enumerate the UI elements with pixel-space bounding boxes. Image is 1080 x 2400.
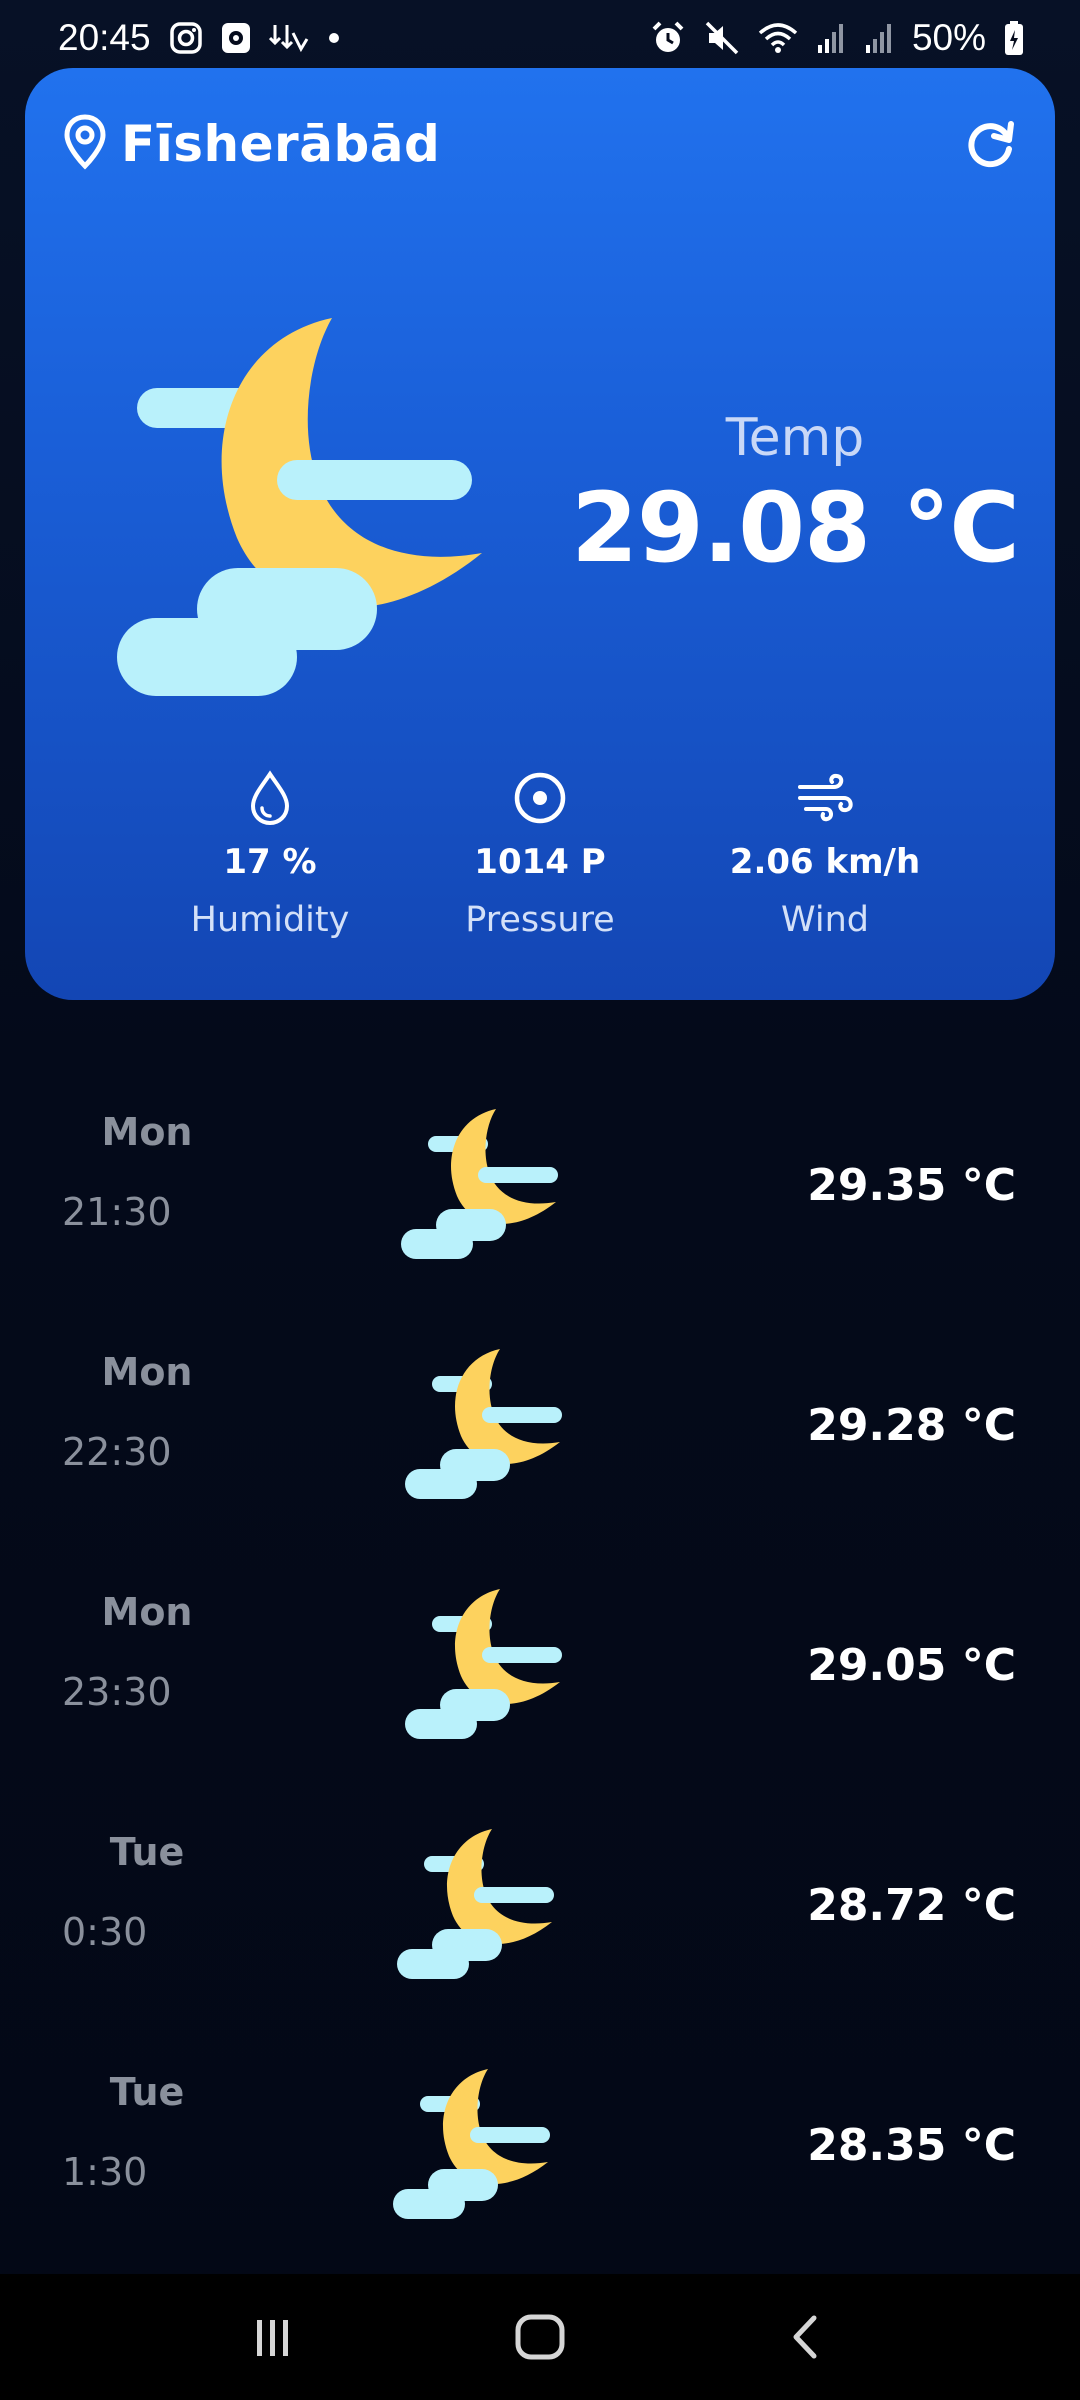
forecast-day: Tue: [109, 2070, 185, 2114]
recent-apps-button[interactable]: [223, 2287, 323, 2387]
wind-value: 2.06 km/h: [729, 842, 921, 882]
signal-icon: [816, 21, 846, 55]
app-icon: [221, 22, 251, 54]
weather-screen: 20:45 50% Fīsherābād Temp 29.08 °C 17 % …: [0, 0, 1080, 2400]
forecast-temp: 29.05 °C: [807, 1640, 1016, 1691]
system-nav-bar: [0, 2274, 1080, 2400]
home-button[interactable]: [490, 2287, 590, 2387]
forecast-row[interactable]: Mon 23:30 29.05 °C: [0, 1570, 1080, 1770]
refresh-button[interactable]: [955, 109, 1025, 179]
instagram-icon: [169, 21, 203, 55]
moon-cloud-icon: [392, 1814, 572, 1984]
pressure-value: 1014 P: [474, 842, 606, 882]
current-weather-card: Fīsherābād Temp 29.08 °C 17 % Humidity 1…: [25, 68, 1055, 1000]
wind-label: Wind: [781, 900, 869, 940]
location: Fīsherābād: [63, 114, 440, 174]
forecast-day: Mon: [101, 1590, 193, 1634]
forecast-temp: 28.35 °C: [807, 2120, 1016, 2171]
battery-percent: 50%: [911, 17, 986, 58]
temp-value: 29.08 °C: [571, 472, 1020, 584]
status-bar: 20:45 50%: [0, 0, 1080, 76]
temperature-block: Temp 29.08 °C: [545, 408, 1045, 584]
forecast-time: 22:30: [62, 1430, 172, 1474]
moon-cloud-icon: [400, 1574, 580, 1744]
back-icon: [793, 2315, 817, 2359]
forecast-temp: 29.35 °C: [807, 1160, 1016, 1211]
mute-icon: [704, 20, 740, 56]
pressure-label: Pressure: [465, 900, 615, 940]
card-header: Fīsherābād: [63, 102, 1025, 186]
location-pin-icon: [63, 114, 107, 174]
refresh-icon: [968, 121, 1014, 168]
forecast-day: Mon: [101, 1350, 193, 1394]
wind-icon: [795, 768, 855, 828]
wifi-icon: [758, 21, 798, 55]
forecast-time: 23:30: [62, 1670, 172, 1714]
forecast-time: 0:30: [62, 1910, 148, 1954]
forecast-row[interactable]: Tue 0:30 28.72 °C: [0, 1810, 1080, 2010]
dot-icon: [327, 31, 341, 45]
forecast-row[interactable]: Mon 22:30 29.28 °C: [0, 1330, 1080, 1530]
forecast-temp: 28.72 °C: [807, 1880, 1016, 1931]
drop-icon: [240, 768, 300, 828]
city-name: Fīsherābād: [121, 115, 441, 173]
battery-icon: [1004, 20, 1024, 56]
moon-cloud-icon: [396, 1094, 576, 1264]
moon-cloud-icon: [87, 238, 527, 708]
forecast-time: 21:30: [62, 1190, 172, 1234]
temp-label: Temp: [725, 408, 865, 468]
download-icon: [268, 21, 309, 55]
humidity-value: 17 %: [223, 842, 317, 882]
status-time: 20:45: [58, 17, 151, 58]
forecast-time: 1:30: [62, 2150, 148, 2194]
humidity-label: Humidity: [190, 900, 350, 940]
signal-icon-2: [864, 21, 894, 55]
moon-cloud-icon: [388, 2054, 568, 2224]
alarm-icon: [650, 20, 686, 56]
humidity-metric: 17 % Humidity: [120, 768, 420, 940]
forecast-temp: 29.28 °C: [807, 1400, 1016, 1451]
wind-metric: 2.06 km/h Wind: [675, 768, 975, 940]
forecast-row[interactable]: Mon 21:30 29.35 °C: [0, 1090, 1080, 1290]
forecast-day: Mon: [101, 1110, 193, 1154]
weather-metrics: 17 % Humidity 1014 P Pressure 2.06 km/h …: [25, 768, 1055, 948]
pressure-metric: 1014 P Pressure: [390, 768, 690, 940]
home-icon: [515, 2314, 565, 2360]
moon-cloud-icon: [400, 1334, 580, 1504]
back-button[interactable]: [757, 2287, 857, 2387]
recent-apps-icon: [257, 2320, 289, 2356]
forecast-row[interactable]: Tue 1:30 28.35 °C: [0, 2050, 1080, 2250]
pressure-icon: [510, 768, 570, 828]
forecast-day: Tue: [109, 1830, 185, 1874]
